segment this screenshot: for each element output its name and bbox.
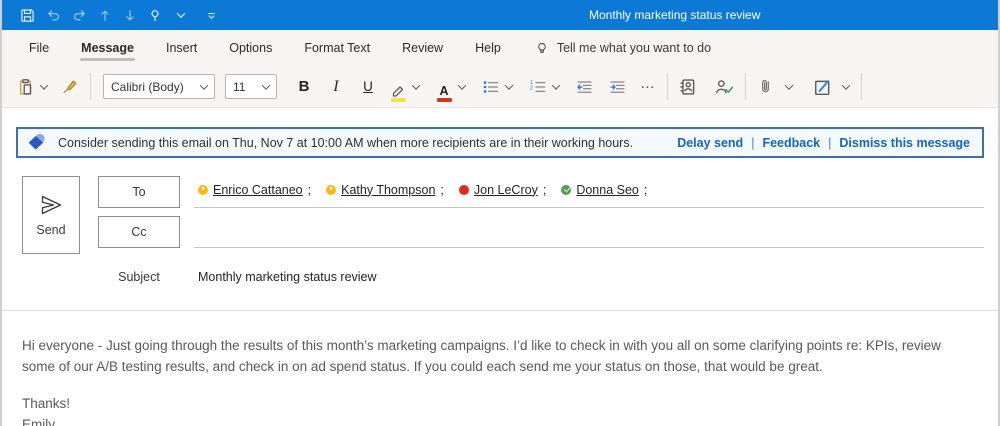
touch-mode-dropdown-icon[interactable] xyxy=(177,9,185,17)
banner-area: Consider sending this email on Thu, Nov … xyxy=(2,108,998,158)
subject-label: Subject xyxy=(98,270,180,284)
font-size-select[interactable]: 11 xyxy=(225,74,277,99)
check-names-button[interactable] xyxy=(712,72,737,102)
more-options-button[interactable]: … xyxy=(637,72,659,102)
quick-access-toolbar xyxy=(20,8,218,23)
cc-field[interactable] xyxy=(194,216,984,248)
cc-button[interactable]: Cc xyxy=(98,216,180,248)
recipient-chip[interactable]: Jon LeCroy; xyxy=(459,183,546,197)
signature-dropdown-icon[interactable] xyxy=(842,81,850,89)
font-color-dropdown-icon[interactable] xyxy=(458,81,466,89)
banner-divider: | xyxy=(751,136,754,150)
redo-icon[interactable] xyxy=(72,8,87,23)
tab-help[interactable]: Help xyxy=(473,32,503,64)
dismiss-message-link[interactable]: Dismiss this message xyxy=(839,136,970,150)
font-name-value: Calibri (Body) xyxy=(111,80,184,94)
tab-review[interactable]: Review xyxy=(400,32,445,64)
lightbulb-icon xyxy=(535,41,549,56)
highlight-color-bar xyxy=(391,98,406,101)
toolbar-separator xyxy=(90,73,91,100)
toolbar-separator xyxy=(861,73,862,100)
presence-busy-icon xyxy=(459,185,469,195)
move-down-icon[interactable] xyxy=(123,8,137,23)
presence-available-icon xyxy=(561,185,571,195)
to-row: To Enrico Cattaneo ; Kathy Thompson; Jon… xyxy=(98,176,984,208)
body-signature: Emily xyxy=(22,414,976,426)
signature-button[interactable] xyxy=(810,72,835,102)
tab-format-text[interactable]: Format Text xyxy=(302,32,372,64)
ribbon-tab-bar: File Message Insert Options Format Text … xyxy=(2,30,998,66)
feedback-link[interactable]: Feedback xyxy=(762,136,820,150)
message-ribbon-toolbar: Calibri (Body) 11 B I U A 12 xyxy=(2,66,998,108)
message-body-editor[interactable]: Hi everyone - Just going through the res… xyxy=(2,310,998,426)
highlight-dropdown-icon[interactable] xyxy=(412,81,420,89)
recipient-chip[interactable]: Enrico Cattaneo ; xyxy=(198,183,311,197)
tab-file[interactable]: File xyxy=(27,32,51,64)
text-highlight-button[interactable] xyxy=(387,72,409,102)
customize-quick-access-toolbar-icon[interactable] xyxy=(205,9,218,22)
svg-text:2: 2 xyxy=(530,85,533,91)
compose-header: Send To Enrico Cattaneo ; Kathy Thompson… xyxy=(2,158,998,296)
chevron-down-icon xyxy=(262,81,270,89)
banner-actions: Delay send | Feedback | Dismiss this mes… xyxy=(677,136,970,150)
subject-field[interactable]: Monthly marketing status review xyxy=(194,270,377,284)
recipient-chip[interactable]: Donna Seo; xyxy=(561,183,647,197)
send-plane-icon xyxy=(39,194,63,216)
address-fields: To Enrico Cattaneo ; Kathy Thompson; Jon… xyxy=(98,176,984,296)
to-button[interactable]: To xyxy=(98,176,180,208)
body-paragraph: Hi everyone - Just going through the res… xyxy=(22,335,976,377)
numbering-button[interactable]: 12 xyxy=(526,72,549,102)
outlook-compose-window: Monthly marketing status review File Mes… xyxy=(2,0,998,420)
presence-away-icon xyxy=(198,185,208,195)
attach-file-button[interactable] xyxy=(754,72,776,102)
touch-mouse-mode-icon[interactable] xyxy=(148,8,163,23)
title-bar: Monthly marketing status review xyxy=(2,0,998,30)
bold-button[interactable]: B xyxy=(293,72,315,102)
banner-divider: | xyxy=(828,136,831,150)
banner-message: Consider sending this email on Thu, Nov … xyxy=(58,136,633,150)
to-field[interactable]: Enrico Cattaneo ; Kathy Thompson; Jon Le… xyxy=(194,176,984,208)
body-closing: Thanks! xyxy=(22,393,976,414)
tell-me-label: Tell me what you want to do xyxy=(557,41,711,55)
decrease-indent-button[interactable] xyxy=(573,72,596,102)
toolbar-separator xyxy=(667,73,668,100)
undo-icon[interactable] xyxy=(46,8,61,23)
paste-dropdown-icon[interactable] xyxy=(40,81,48,89)
font-color-button[interactable]: A xyxy=(433,72,455,102)
font-size-value: 11 xyxy=(233,80,245,94)
format-painter-button[interactable] xyxy=(59,72,82,102)
italic-button[interactable]: I xyxy=(325,72,347,102)
subject-row: Subject Monthly marketing status review xyxy=(98,258,984,296)
attach-dropdown-icon[interactable] xyxy=(785,81,793,89)
cc-row: Cc xyxy=(98,216,984,248)
presence-away-icon xyxy=(326,185,336,195)
insights-suggestion-banner: Consider sending this email on Thu, Nov … xyxy=(16,127,984,158)
bullets-button[interactable] xyxy=(479,72,502,102)
window-title: Monthly marketing status review xyxy=(589,8,760,22)
tab-insert[interactable]: Insert xyxy=(164,32,199,64)
viva-insights-icon xyxy=(26,132,48,154)
send-button[interactable]: Send xyxy=(22,176,80,254)
font-color-bar xyxy=(437,98,452,101)
paste-button[interactable] xyxy=(14,72,37,102)
increase-indent-button[interactable] xyxy=(606,72,629,102)
send-label: Send xyxy=(36,223,65,237)
save-icon[interactable] xyxy=(20,8,35,23)
tab-options[interactable]: Options xyxy=(227,32,274,64)
tell-me-box[interactable]: Tell me what you want to do xyxy=(535,41,711,56)
recipient-chip[interactable]: Kathy Thompson; xyxy=(326,183,444,197)
chevron-down-icon xyxy=(200,81,208,89)
bullets-dropdown-icon[interactable] xyxy=(505,81,513,89)
tab-message[interactable]: Message xyxy=(79,32,136,64)
font-name-select[interactable]: Calibri (Body) xyxy=(103,74,215,99)
numbering-dropdown-icon[interactable] xyxy=(552,81,560,89)
delay-send-link[interactable]: Delay send xyxy=(677,136,743,150)
move-up-icon[interactable] xyxy=(98,8,112,23)
underline-button[interactable]: U xyxy=(357,72,379,102)
address-book-button[interactable] xyxy=(676,72,700,102)
toolbar-separator xyxy=(745,73,746,100)
